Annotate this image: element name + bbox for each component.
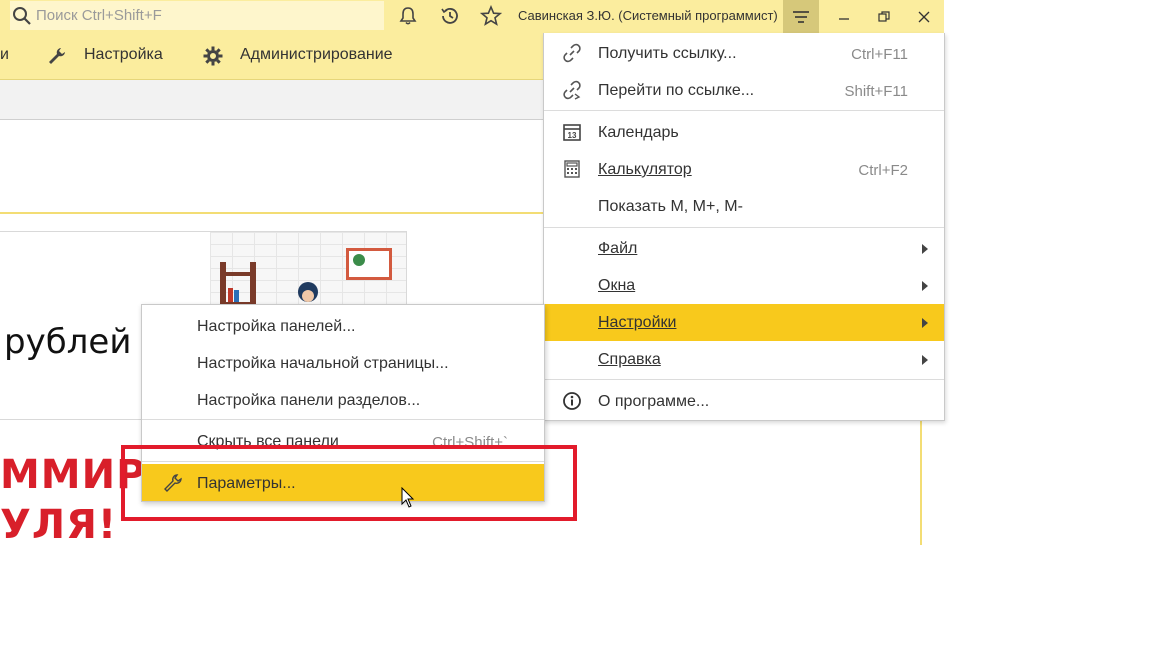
calendar-icon: 13 bbox=[563, 124, 581, 141]
menu-item-about[interactable]: О программе... bbox=[544, 383, 944, 420]
mouse-cursor-icon bbox=[401, 487, 415, 508]
minimize-button[interactable] bbox=[824, 0, 864, 33]
menu-item-windows[interactable]: Окна bbox=[544, 267, 944, 304]
search-placeholder: Поиск Ctrl+Shift+F bbox=[36, 7, 162, 24]
search-icon bbox=[13, 7, 31, 25]
main-menu-button[interactable] bbox=[783, 0, 819, 33]
menu-item-go-to-link[interactable]: Перейти по ссылке... Shift+F11 bbox=[544, 72, 944, 109]
info-icon bbox=[563, 392, 581, 410]
calculator-icon bbox=[564, 160, 580, 178]
menu-item-calendar[interactable]: 13 Календарь bbox=[544, 114, 944, 151]
menu-item-show-memory[interactable]: Показать М, М+, М- bbox=[544, 188, 944, 225]
submenu-arrow-icon bbox=[922, 244, 928, 254]
menu-item-help[interactable]: Справка bbox=[544, 341, 944, 378]
main-menu-dropdown: Получить ссылку... Ctrl+F11 Перейти по с… bbox=[543, 33, 945, 421]
menu-item-file[interactable]: Файл bbox=[544, 230, 944, 267]
restore-icon bbox=[878, 10, 890, 22]
section-administration[interactable]: Администрирование bbox=[240, 46, 393, 64]
bell-icon[interactable] bbox=[395, 3, 421, 29]
history-icon[interactable] bbox=[437, 3, 463, 29]
submenu-arrow-icon bbox=[922, 281, 928, 291]
submenu-item-panels[interactable]: Настройка панелей... bbox=[142, 307, 544, 344]
gear-icon bbox=[203, 46, 223, 66]
close-icon bbox=[918, 11, 930, 22]
restore-button[interactable] bbox=[864, 0, 904, 33]
goto-link-icon bbox=[563, 80, 581, 100]
star-icon[interactable] bbox=[478, 3, 504, 29]
highlight-frame bbox=[121, 445, 577, 521]
menu-separator bbox=[544, 227, 944, 228]
svg-text:13: 13 bbox=[568, 131, 577, 140]
banner-text: рублей bbox=[4, 322, 132, 362]
menu-separator bbox=[142, 419, 544, 420]
search-input[interactable]: Поиск Ctrl+Shift+F bbox=[10, 1, 384, 30]
submenu-item-start-page[interactable]: Настройка начальной страницы... bbox=[142, 344, 544, 381]
current-user[interactable]: Савинская З.Ю. (Системный программист) bbox=[518, 8, 778, 23]
submenu-arrow-icon bbox=[922, 355, 928, 365]
menu-item-get-link[interactable]: Получить ссылку... Ctrl+F11 bbox=[544, 35, 944, 72]
submenu-arrow-icon bbox=[922, 318, 928, 328]
divider bbox=[920, 420, 922, 545]
link-icon bbox=[563, 43, 581, 63]
menu-separator bbox=[544, 110, 944, 111]
divider bbox=[0, 212, 543, 214]
wrench-icon bbox=[49, 48, 65, 64]
section-settings[interactable]: Настройка bbox=[84, 46, 163, 64]
minimize-icon bbox=[839, 17, 849, 20]
menu-item-settings[interactable]: Настройки bbox=[544, 304, 944, 341]
close-button[interactable] bbox=[904, 0, 944, 33]
top-bar: Поиск Ctrl+Shift+F Савинская З.Ю. (Систе… bbox=[0, 0, 944, 33]
menu-separator bbox=[544, 379, 944, 380]
section-partial[interactable]: и bbox=[0, 46, 9, 64]
hamburger-menu-icon bbox=[793, 10, 809, 23]
promo-red-text-line2: УЛЯ! bbox=[0, 502, 118, 546]
submenu-item-sections-panel[interactable]: Настройка панели разделов... bbox=[142, 381, 544, 418]
menu-item-calculator[interactable]: Калькулятор Ctrl+F2 bbox=[544, 151, 944, 188]
